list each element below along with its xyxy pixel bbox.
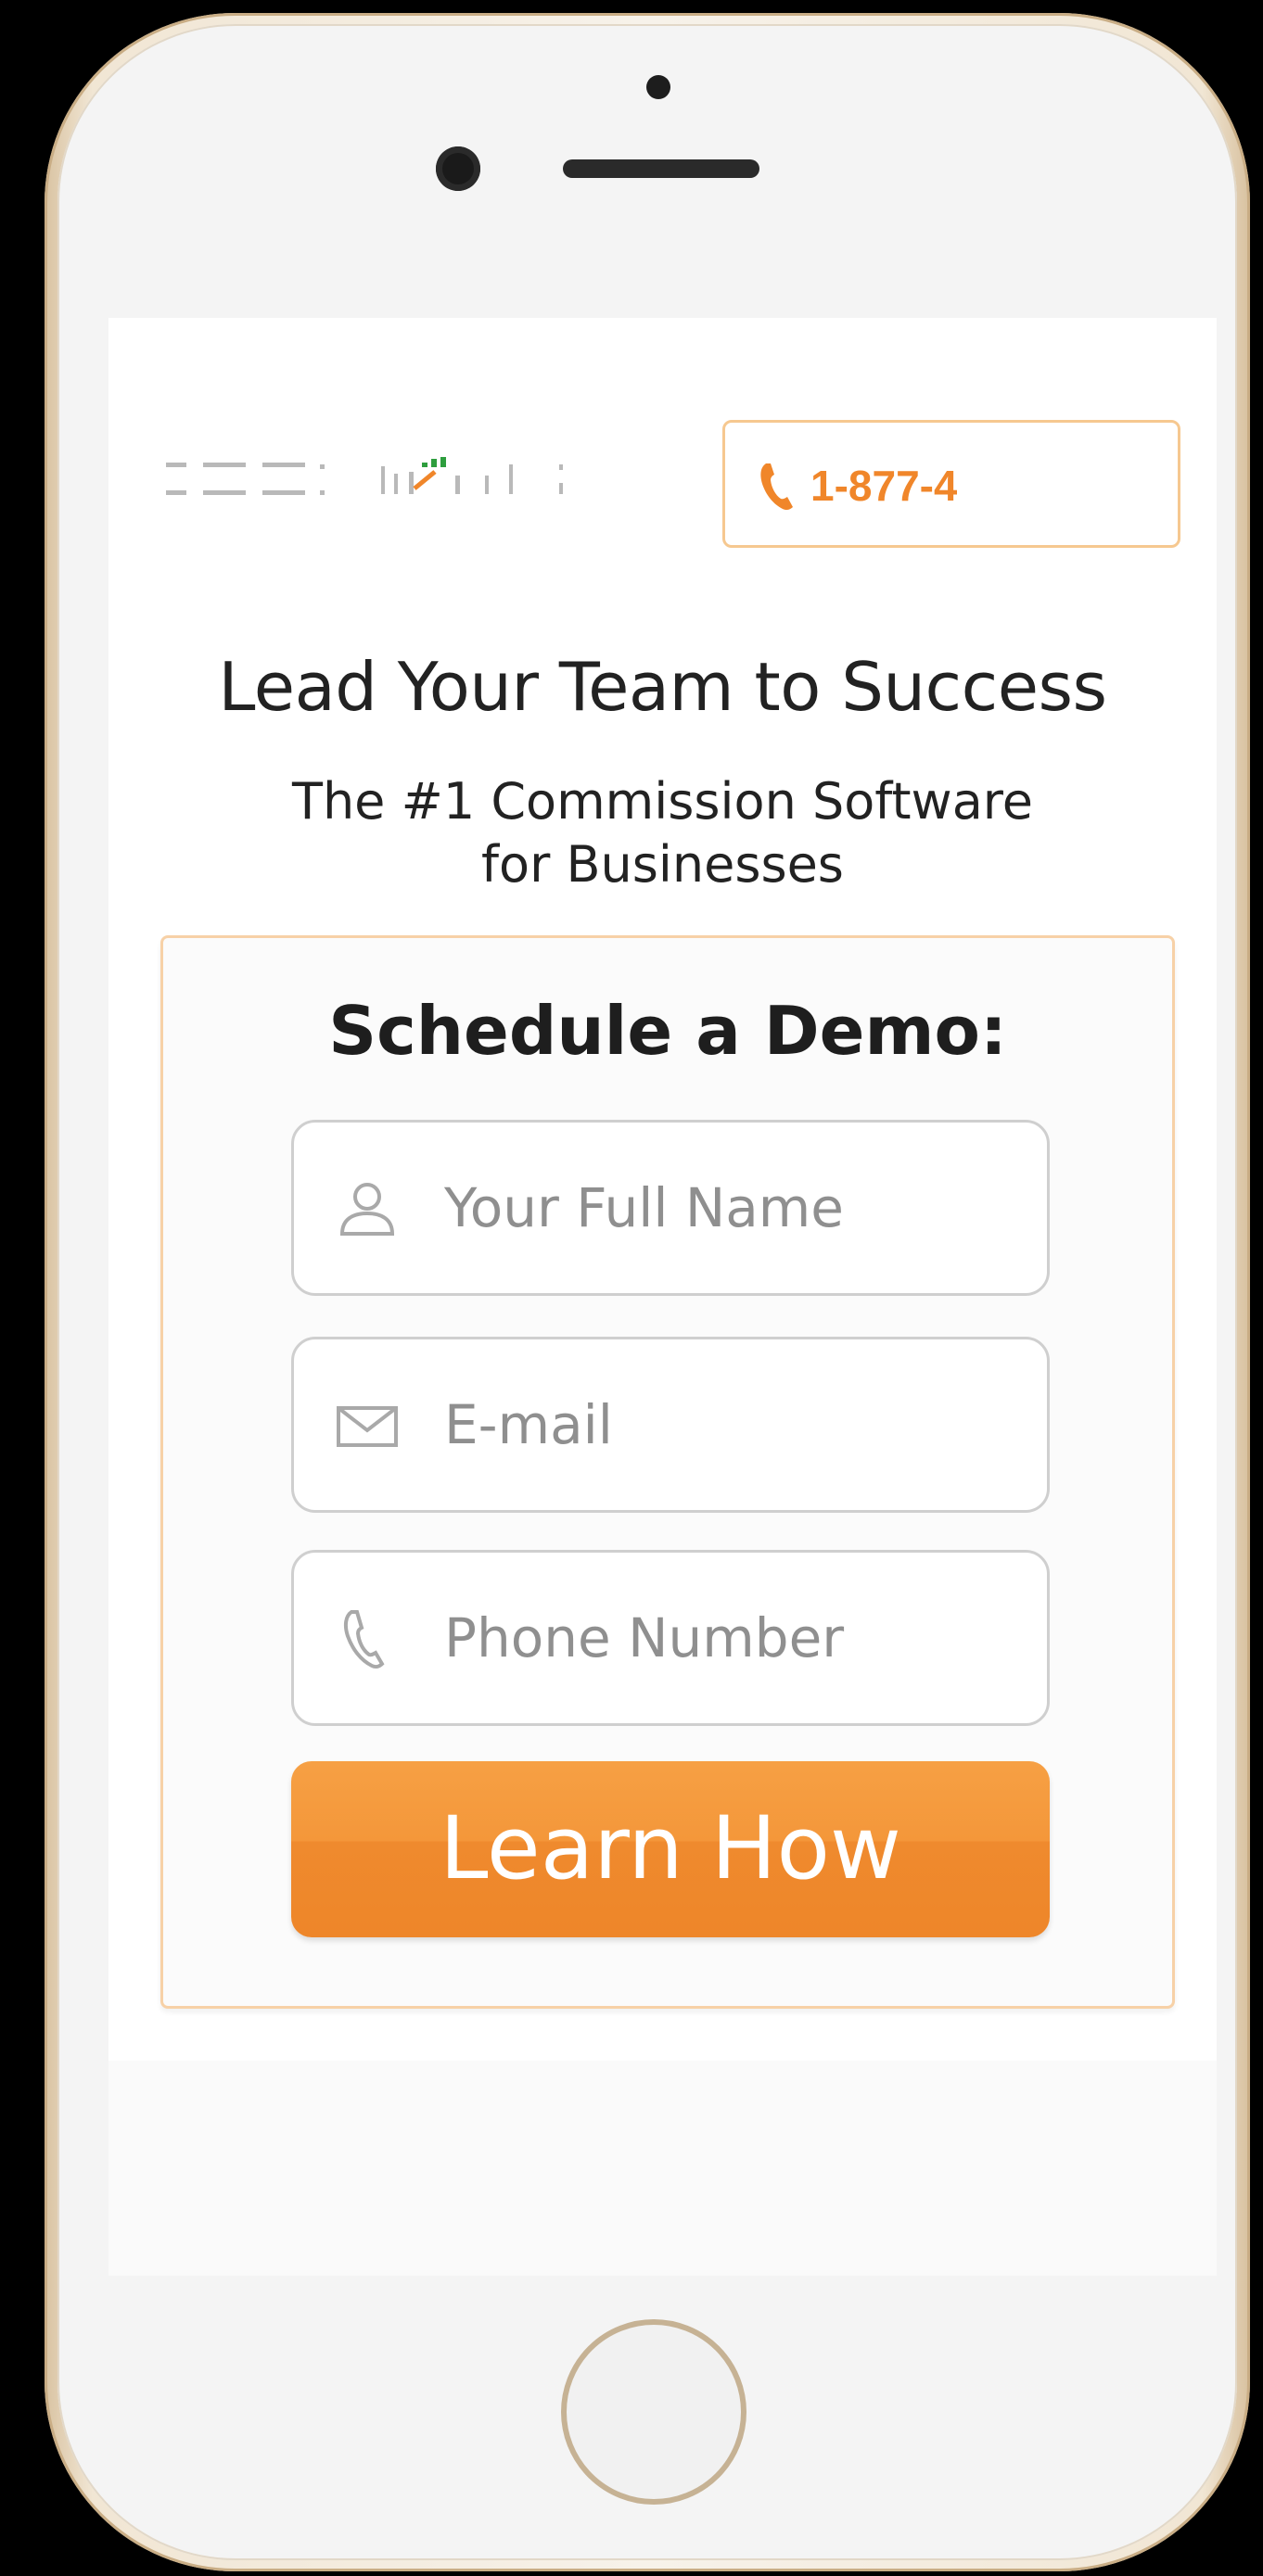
- redaction-mask: [957, 450, 1142, 515]
- form-title: Schedule a Demo:: [328, 992, 1007, 1070]
- phone-icon: [760, 463, 793, 511]
- hero-headline: Lead Your Team to Success: [218, 648, 1107, 726]
- subheadline-line-1: The #1 Commission Software: [291, 772, 1034, 831]
- phone-number-input[interactable]: [444, 1590, 1019, 1686]
- phone-screen: 1-877-4 Lead Your Team to Success The #1…: [108, 318, 1217, 2276]
- subheadline-line-2: for Businesses: [481, 835, 844, 894]
- demo-form-card: Schedule a Demo: Your Full Name E-mail P…: [160, 935, 1175, 2009]
- phone-number-field[interactable]: [291, 1550, 1050, 1726]
- phone-number-text: 1-877-4: [810, 462, 958, 510]
- call-phone-button[interactable]: 1-877-4: [722, 420, 1180, 548]
- phone-icon: [343, 1610, 385, 1669]
- envelope-icon: [337, 1406, 398, 1447]
- full-name-field[interactable]: [291, 1120, 1050, 1296]
- user-icon: [339, 1183, 395, 1236]
- full-name-input[interactable]: [444, 1160, 1019, 1256]
- front-camera: [436, 146, 480, 191]
- email-input[interactable]: [444, 1377, 1019, 1473]
- company-logo: [166, 457, 563, 495]
- earpiece-speaker: [563, 159, 759, 178]
- hero-subheadline: The #1 Commission Software for Businesse…: [108, 770, 1217, 896]
- proximity-sensor: [646, 75, 670, 99]
- learn-how-button[interactable]: Learn How: [291, 1761, 1050, 1937]
- screen-footer-area: [108, 2061, 1217, 2276]
- home-button[interactable]: [561, 2319, 746, 2505]
- email-field[interactable]: [291, 1337, 1050, 1513]
